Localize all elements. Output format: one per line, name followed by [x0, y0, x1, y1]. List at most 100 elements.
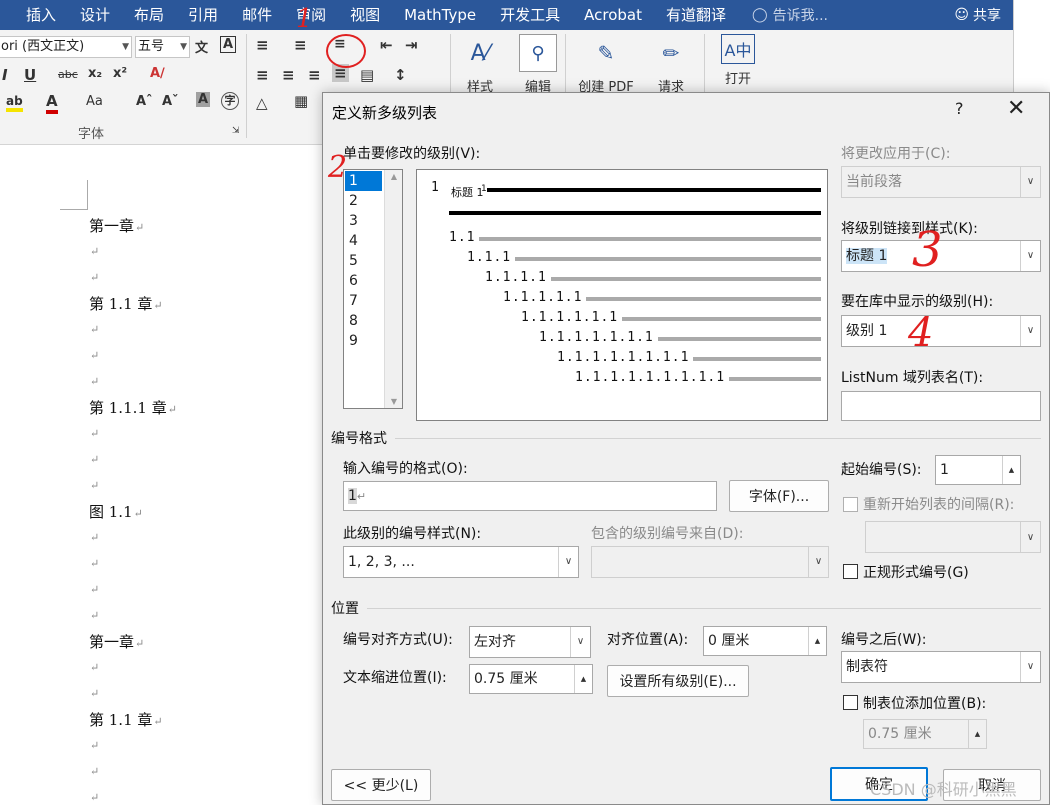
scroll-up-icon[interactable]: ▲	[385, 172, 403, 181]
alignment-select[interactable]: 左对齐 ∨	[469, 626, 591, 658]
document-page[interactable]: 第一章↵ ↵ ↵ 第 1.1 章↵ ↵ ↵ ↵ 第 1.1.1 章↵ ↵ ↵ ↵ 图 1.1↵ ↵ ↵ ↵ ↵…	[0, 145, 330, 805]
line-spacing-icon[interactable]: ↕	[394, 66, 407, 84]
number-style-select[interactable]: 1, 2, 3, ... ∨	[343, 546, 579, 578]
document-line[interactable]: ↵	[89, 761, 99, 779]
legal-style-checkbox[interactable]	[843, 564, 858, 579]
font-size-combo[interactable]: 五号 ▼	[135, 36, 190, 58]
set-all-levels-button[interactable]: 设置所有级别(E)...	[607, 665, 749, 697]
tab-insert[interactable]: 插入	[0, 0, 68, 30]
document-line[interactable]: 第一章↵	[89, 631, 144, 652]
request-signature-button[interactable]: ✏ 请求	[643, 34, 699, 95]
level-item-2[interactable]: 2	[345, 191, 382, 211]
document-line[interactable]: 第 1.1 章↵	[89, 293, 163, 314]
tab-layout[interactable]: 布局	[122, 0, 176, 30]
enclose-character-icon[interactable]: 字	[221, 92, 239, 110]
tell-me-box[interactable]: ◯ 告诉我...	[752, 5, 828, 25]
font-button[interactable]: 字体(F)...	[729, 480, 829, 512]
spinner-buttons[interactable]: ▲▼	[574, 665, 592, 693]
underline-icon[interactable]: U	[24, 66, 36, 84]
font-name-combo[interactable]: ori (西文正文) ▼	[0, 36, 132, 58]
borders-icon[interactable]: ▦	[294, 92, 308, 110]
tab-mathtype[interactable]: MathType	[392, 0, 488, 30]
align-center-icon[interactable]: ≡	[282, 66, 295, 84]
spinner-buttons[interactable]: ▲▼	[1002, 456, 1020, 484]
document-line[interactable]: ↵	[89, 579, 99, 597]
character-shading-icon[interactable]: A	[196, 92, 211, 107]
number-format-input[interactable]: 1↵	[343, 481, 717, 511]
document-line[interactable]: 第 1.1.1 章↵	[89, 397, 177, 418]
document-line[interactable]: ↵	[89, 553, 99, 571]
document-line[interactable]: ↵	[89, 657, 99, 675]
document-line[interactable]: 第一章↵	[89, 215, 144, 236]
level-item-3[interactable]: 3	[345, 211, 382, 231]
clear-format-icon[interactable]: A∕	[150, 66, 165, 81]
level-item-4[interactable]: 4	[345, 231, 382, 251]
tab-view[interactable]: 视图	[338, 0, 392, 30]
document-line[interactable]: 图 1.1↵	[89, 501, 143, 522]
tab-acrobat[interactable]: Acrobat	[572, 0, 654, 30]
level-item-7[interactable]: 7	[345, 291, 382, 311]
level-item-6[interactable]: 6	[345, 271, 382, 291]
italic-icon[interactable]: I	[2, 66, 8, 84]
editing-button[interactable]: ⚲ 编辑	[510, 34, 566, 95]
gallery-level-select[interactable]: 级别 1 ∨	[841, 315, 1041, 347]
help-button[interactable]: ?	[955, 99, 964, 118]
level-item-8[interactable]: 8	[345, 311, 382, 331]
close-button[interactable]: ✕	[1007, 96, 1025, 121]
document-line[interactable]: ↵	[89, 527, 99, 545]
document-line[interactable]: ↵	[89, 345, 99, 363]
scroll-down-icon[interactable]: ▼	[385, 397, 403, 406]
level-item-5[interactable]: 5	[345, 251, 382, 271]
tab-design[interactable]: 设计	[68, 0, 122, 30]
tab-developer[interactable]: 开发工具	[488, 0, 572, 30]
character-border-icon[interactable]: A	[220, 36, 237, 53]
document-line[interactable]: ↵	[89, 423, 99, 441]
document-line[interactable]: ↵	[89, 371, 99, 389]
change-case-icon[interactable]: Aa	[86, 94, 103, 109]
superscript-icon[interactable]: x²	[113, 66, 127, 81]
level-list[interactable]: 123456789 ▲ ▼	[343, 169, 403, 409]
create-pdf-button[interactable]: ✎ 创建 PDF	[574, 34, 638, 95]
level-item-1[interactable]: 1	[345, 171, 382, 191]
decrease-indent-icon[interactable]: ⇤	[380, 36, 393, 54]
up-arrow-icon[interactable]: ▲	[1003, 456, 1020, 484]
paint-bucket-icon[interactable]: △	[256, 94, 268, 112]
document-line[interactable]: ↵	[89, 475, 99, 493]
tab-references[interactable]: 引用	[176, 0, 230, 30]
styles-button[interactable]: A⁄ 样式	[452, 34, 508, 96]
tab-youdao[interactable]: 有道翻译	[654, 0, 738, 30]
phonetic-guide-icon[interactable]: 文	[195, 37, 208, 56]
highlight-icon[interactable]: ab	[6, 94, 23, 112]
align-left-icon[interactable]: ≡	[256, 66, 269, 84]
document-line[interactable]: ↵	[89, 319, 99, 337]
shrink-font-icon[interactable]: Aˇ	[162, 94, 179, 109]
tab-stop-checkbox[interactable]	[843, 695, 858, 710]
less-button[interactable]: << 更少(L)	[331, 769, 431, 801]
document-line[interactable]: ↵	[89, 605, 99, 623]
text-indent-spinner[interactable]: 0.75 厘米 ▲▼	[469, 664, 593, 694]
align-right-icon[interactable]: ≡	[308, 66, 321, 84]
subscript-icon[interactable]: x₂	[88, 66, 102, 81]
font-color-icon[interactable]: A	[46, 92, 58, 114]
share-button[interactable]: ☺ 共享	[942, 5, 1013, 25]
spinner-buttons[interactable]: ▲▼	[808, 627, 826, 655]
dialog-launcher-icon[interactable]: ⇲	[232, 126, 240, 136]
aligned-at-spinner[interactable]: 0 厘米 ▲▼	[703, 626, 827, 656]
grow-font-icon[interactable]: Aˆ	[136, 94, 153, 109]
document-line[interactable]: ↵	[89, 787, 99, 805]
document-line[interactable]: 第 1.1 章↵	[89, 709, 163, 730]
follow-number-select[interactable]: 制表符 ∨	[841, 651, 1041, 683]
listnum-input[interactable]	[841, 391, 1041, 421]
up-arrow-icon[interactable]: ▲	[809, 627, 826, 655]
document-line[interactable]: ↵	[89, 735, 99, 753]
document-line[interactable]: ↵	[89, 267, 99, 285]
strikethrough-icon[interactable]: abc	[58, 68, 78, 81]
distributed-icon[interactable]: ▤	[360, 66, 374, 84]
level-item-9[interactable]: 9	[345, 331, 382, 351]
document-line[interactable]: ↵	[89, 683, 99, 701]
up-arrow-icon[interactable]: ▲	[575, 665, 592, 693]
increase-indent-icon[interactable]: ⇥	[405, 36, 418, 54]
start-at-spinner[interactable]: 1 ▲▼	[935, 455, 1021, 485]
document-line[interactable]: ↵	[89, 241, 99, 259]
tab-mailings[interactable]: 邮件	[230, 0, 284, 30]
